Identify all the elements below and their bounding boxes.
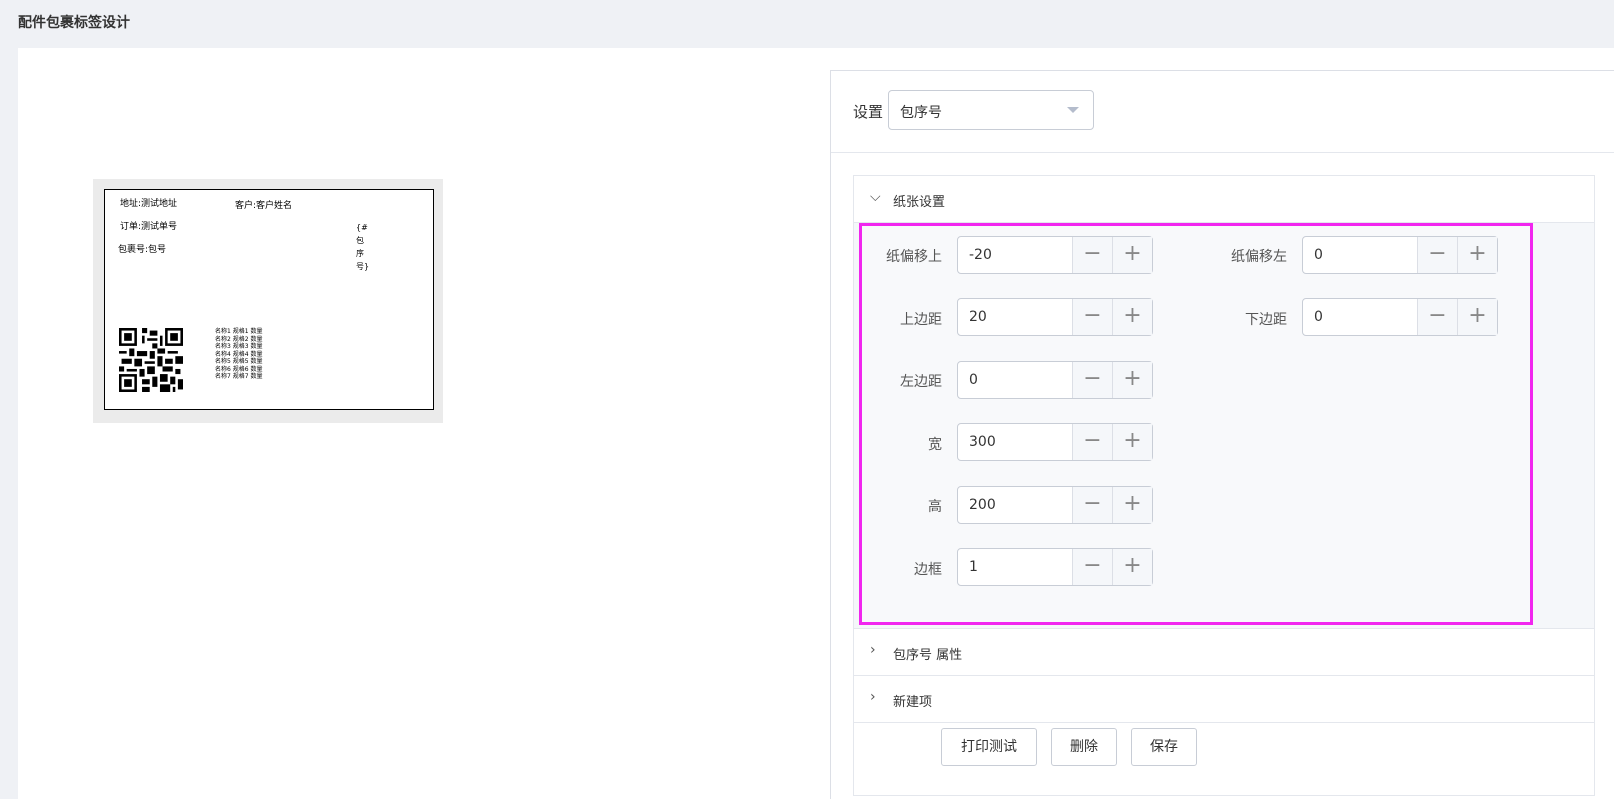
section-title: 包序号 属性 xyxy=(893,648,963,663)
seq-char: 包 xyxy=(356,236,364,245)
page-title: 配件包裹标签设计 xyxy=(18,15,130,31)
plus-icon[interactable]: + xyxy=(1112,549,1152,585)
seq-char: 序 xyxy=(356,249,364,258)
address-field[interactable]: 地址:测试地址 xyxy=(120,196,177,209)
plus-icon[interactable]: + xyxy=(1457,299,1497,335)
height-stepper[interactable]: 200 − + xyxy=(957,486,1153,524)
plus-icon[interactable]: + xyxy=(1457,237,1497,273)
seq-char: {# xyxy=(356,223,368,232)
stepper-value[interactable]: 0 xyxy=(1314,247,1323,263)
section-props-header[interactable]: › 包序号 属性 xyxy=(854,629,1594,676)
section-paper-header[interactable]: ⌵ 纸张设置 xyxy=(854,176,1594,223)
caret-down-icon xyxy=(1067,107,1079,113)
plus-icon[interactable]: + xyxy=(1112,237,1152,273)
minus-icon[interactable]: − xyxy=(1072,299,1112,335)
stepper-value[interactable]: 20 xyxy=(969,309,987,325)
width-label: 宽 xyxy=(928,437,942,453)
plus-icon[interactable]: + xyxy=(1112,487,1152,523)
settings-header: 设置 包序号 xyxy=(831,71,1614,153)
settings-label: 设置 xyxy=(853,103,884,121)
settings-panel: 设置 包序号 ⌵ 纸张设置 纸偏移上 -20 − + 纸偏移左 0 − + 上边… xyxy=(830,70,1614,799)
plus-icon[interactable]: + xyxy=(1112,299,1152,335)
offset-left-label: 纸偏移左 xyxy=(1231,249,1287,265)
minus-icon[interactable]: − xyxy=(1072,362,1112,398)
plus-icon[interactable]: + xyxy=(1112,424,1152,460)
print-test-button[interactable]: 打印测试 xyxy=(941,728,1037,766)
label-preview: 地址:测试地址 客户:客户姓名 订单:测试单号 包裹号:包号 {# 包 序 号} xyxy=(93,179,443,423)
chevron-right-icon: › xyxy=(870,642,876,658)
minus-icon[interactable]: − xyxy=(1417,299,1457,335)
margin-top-stepper[interactable]: 20 − + xyxy=(957,298,1153,336)
section-paper-body: 纸偏移上 -20 − + 纸偏移左 0 − + 上边距 20 − + 下边距 0… xyxy=(854,223,1594,629)
section-newitem-header[interactable]: › 新建项 xyxy=(854,676,1594,723)
item-line: 名称1 规格1 数量 xyxy=(215,328,263,335)
chevron-down-icon: ⌵ xyxy=(870,189,881,205)
delete-button[interactable]: 删除 xyxy=(1051,728,1117,766)
height-label: 高 xyxy=(928,499,942,515)
stepper-value[interactable]: -20 xyxy=(969,247,992,263)
stepper-value[interactable]: 1 xyxy=(969,559,978,575)
label-canvas: 地址:测试地址 客户:客户姓名 订单:测试单号 包裹号:包号 {# 包 序 号} xyxy=(104,189,434,410)
margin-top-label: 上边距 xyxy=(900,312,942,328)
order-field[interactable]: 订单:测试单号 xyxy=(120,219,177,232)
minus-icon[interactable]: − xyxy=(1417,237,1457,273)
minus-icon[interactable]: − xyxy=(1072,237,1112,273)
settings-collapse: ⌵ 纸张设置 纸偏移上 -20 − + 纸偏移左 0 − + 上边距 20 − … xyxy=(853,175,1595,796)
offset-top-stepper[interactable]: -20 − + xyxy=(957,236,1153,274)
stepper-value[interactable]: 200 xyxy=(969,497,996,513)
plus-icon[interactable]: + xyxy=(1112,362,1152,398)
width-stepper[interactable]: 300 − + xyxy=(957,423,1153,461)
minus-icon[interactable]: − xyxy=(1072,549,1112,585)
offset-top-label: 纸偏移上 xyxy=(886,249,942,265)
item-line: 名称4 规格4 数量 xyxy=(215,350,263,358)
item-line: 名称5 规格5 数量 xyxy=(215,358,263,365)
section-title: 纸张设置 xyxy=(893,195,946,210)
chevron-right-icon: › xyxy=(870,689,876,705)
minus-icon[interactable]: − xyxy=(1072,487,1112,523)
item-line: 名称7 规格7 数量 xyxy=(215,373,263,380)
select-value: 包序号 xyxy=(900,105,942,121)
qr-code-icon[interactable] xyxy=(119,328,183,392)
highlight-box: 纸偏移上 -20 − + 纸偏移左 0 − + 上边距 20 − + 下边距 0… xyxy=(859,223,1533,625)
section-title: 新建项 xyxy=(893,695,933,710)
stepper-value[interactable]: 300 xyxy=(969,434,996,450)
seq-char: 号} xyxy=(356,262,370,271)
margin-bottom-label: 下边距 xyxy=(1245,312,1287,328)
item-line: 名称6 规格6 数量 xyxy=(215,365,263,373)
customer-field[interactable]: 客户:客户姓名 xyxy=(235,198,292,211)
margin-left-label: 左边距 xyxy=(900,374,942,390)
item-line: 名称2 规格2 数量 xyxy=(215,335,263,343)
package-seq-field[interactable]: {# 包 序 号} xyxy=(356,221,370,273)
element-select[interactable]: 包序号 xyxy=(888,90,1094,130)
margin-bottom-stepper[interactable]: 0 − + xyxy=(1302,298,1498,336)
border-stepper[interactable]: 1 − + xyxy=(957,548,1153,586)
save-button[interactable]: 保存 xyxy=(1131,728,1197,766)
offset-left-stepper[interactable]: 0 − + xyxy=(1302,236,1498,274)
package-field[interactable]: 包裹号:包号 xyxy=(118,242,166,255)
items-list[interactable]: 名称1 规格1 数量 名称2 规格2 数量 名称3 规格3 数量 名称4 规格4… xyxy=(215,328,262,381)
stepper-value[interactable]: 0 xyxy=(1314,309,1323,325)
stepper-value[interactable]: 0 xyxy=(969,372,978,388)
border-label: 边框 xyxy=(914,562,942,578)
item-line: 名称3 规格3 数量 xyxy=(215,343,263,350)
minus-icon[interactable]: − xyxy=(1072,424,1112,460)
margin-left-stepper[interactable]: 0 − + xyxy=(957,361,1153,399)
